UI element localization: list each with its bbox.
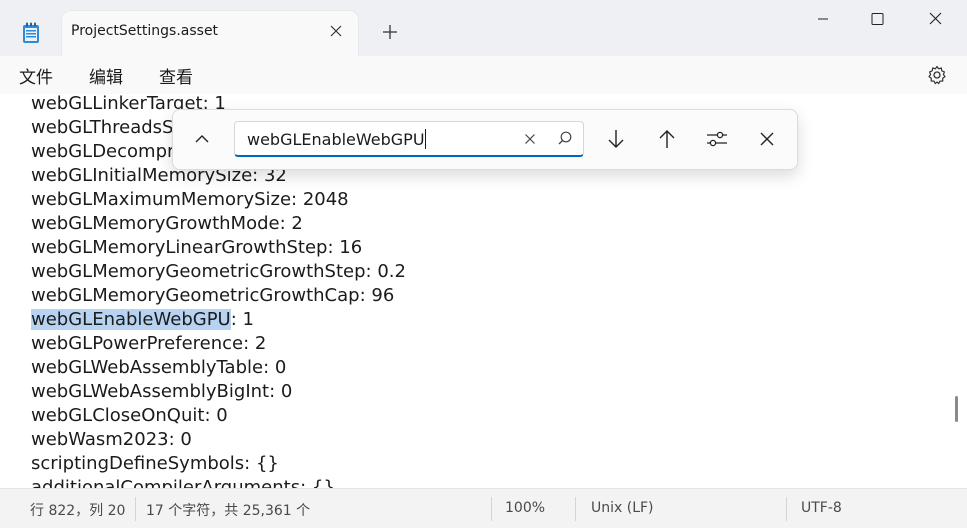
text-line: webGLMemoryLinearGrowthStep: 16 — [31, 237, 363, 258]
close-icon[interactable] — [328, 23, 344, 39]
search-match-highlight: webGLEnableWebGPU — [31, 309, 231, 330]
divider — [491, 497, 492, 521]
tab-project-settings[interactable]: ProjectSettings.asset — [62, 11, 358, 56]
divider — [786, 497, 787, 521]
line-ending[interactable]: Unix (LF) — [591, 500, 654, 516]
find-input-box[interactable] — [234, 121, 584, 157]
find-input[interactable] — [247, 126, 507, 152]
maximize-icon[interactable] — [854, 0, 900, 38]
close-icon[interactable] — [752, 124, 782, 154]
encoding[interactable]: UTF-8 — [801, 500, 842, 516]
text-line: webWasm2023: 0 — [31, 429, 192, 450]
find-panel — [172, 109, 798, 170]
text-line: webGLMemoryGeometricGrowthStep: 0.2 — [31, 261, 406, 282]
tab-title: ProjectSettings.asset — [71, 23, 219, 39]
menu-edit[interactable]: 编辑 — [89, 63, 123, 88]
menu-file[interactable]: 文件 — [19, 63, 53, 88]
selection-count: 17 个字符，共 25,361 个 — [146, 503, 311, 519]
text-line: webGLPowerPreference: 2 — [31, 333, 267, 354]
text-line: webGLCloseOnQuit: 0 — [31, 405, 228, 426]
menu-view[interactable]: 查看 — [159, 63, 193, 88]
close-icon[interactable] — [912, 0, 958, 38]
divider — [135, 497, 136, 521]
line-rest: : 1 — [230, 309, 254, 330]
text-line: webGLMemoryGeometricGrowthCap: 96 — [31, 285, 395, 306]
divider — [575, 497, 576, 521]
minimize-icon[interactable] — [800, 0, 846, 38]
close-icon[interactable] — [516, 125, 544, 153]
text-line: webGLMemoryGrowthMode: 2 — [31, 213, 303, 234]
title-bar: ProjectSettings.asset — [0, 0, 967, 56]
sliders-icon[interactable] — [702, 124, 732, 154]
text-line: webGLMaximumMemorySize: 2048 — [31, 189, 349, 210]
chevron-up-icon[interactable] — [187, 124, 217, 154]
cursor-position: 行 822，列 20 — [30, 503, 126, 519]
arrow-up-icon[interactable] — [652, 124, 682, 154]
search-icon[interactable] — [551, 125, 579, 153]
plus-icon[interactable] — [380, 22, 400, 42]
notepad-icon — [23, 22, 39, 43]
text-line-highlighted: webGLEnableWebGPU: 1 — [31, 308, 254, 332]
zoom-level[interactable]: 100% — [505, 500, 545, 516]
text-line: scriptingDefineSymbols: {} — [31, 453, 279, 474]
text-caret — [425, 129, 426, 149]
gear-icon[interactable] — [925, 63, 949, 87]
text-line: webGLWebAssemblyTable: 0 — [31, 357, 287, 378]
vertical-scrollbar-thumb[interactable] — [955, 396, 958, 422]
text-line: additionalCompilerArguments: {} — [31, 477, 335, 488]
arrow-down-icon[interactable] — [601, 124, 631, 154]
menu-bar: 文件 编辑 查看 — [0, 56, 967, 94]
text-line: webGLWebAssemblyBigInt: 0 — [31, 381, 293, 402]
status-bar: 行 822，列 20 17 个字符，共 25,361 个 100% Unix (… — [0, 488, 967, 528]
